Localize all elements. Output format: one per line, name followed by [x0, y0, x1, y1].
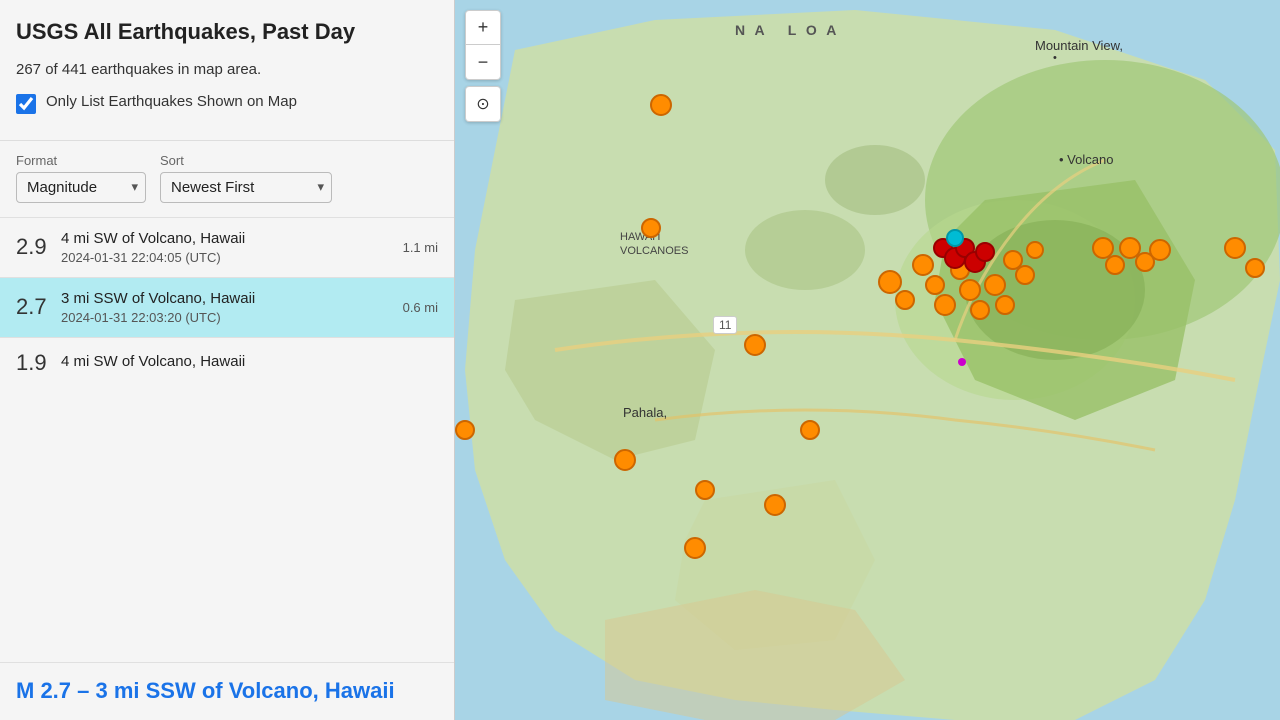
page-title: USGS All Earthquakes, Past Day	[16, 18, 438, 47]
map-area[interactable]: Mountain View, • N A L O A • Volcano HAW…	[455, 0, 1280, 720]
zoom-controls: + −	[465, 10, 501, 80]
earthquake-marker[interactable]	[455, 420, 475, 440]
earthquake-marker[interactable]	[764, 494, 786, 516]
eq-time: 2024-01-31 22:03:20 (UTC)	[61, 310, 403, 325]
earthquake-marker[interactable]	[1015, 265, 1035, 285]
format-select[interactable]: Magnitude Depth Time	[16, 172, 146, 203]
earthquake-marker-red[interactable]	[975, 242, 995, 262]
earthquake-marker[interactable]	[650, 94, 672, 116]
eq-magnitude: 2.9	[16, 234, 61, 260]
checkbox-label: Only List Earthquakes Shown on Map	[46, 92, 297, 112]
earthquake-marker[interactable]	[744, 334, 766, 356]
earthquake-marker[interactable]	[878, 270, 902, 294]
panel-header: USGS All Earthquakes, Past Day 267 of 44…	[0, 0, 454, 140]
earthquake-marker[interactable]	[959, 279, 981, 301]
checkbox-row: Only List Earthquakes Shown on Map	[16, 92, 438, 114]
zoom-out-button[interactable]: −	[466, 45, 500, 79]
detail-link[interactable]: M 2.7 – 3 mi SSW of Volcano, Hawaii	[16, 677, 438, 706]
locate-button[interactable]: ⊙	[466, 87, 500, 121]
eq-distance: 0.6 mi	[403, 300, 438, 315]
sort-label: Sort	[160, 153, 332, 168]
eq-location: 4 mi SW of Volcano, Hawaii	[61, 230, 403, 247]
format-label: Format	[16, 153, 146, 168]
sort-select[interactable]: Newest First Oldest First Largest Magnit…	[160, 172, 332, 203]
eq-time: 2024-01-31 22:04:05 (UTC)	[61, 250, 403, 265]
earthquake-item[interactable]: 1.9 4 mi SW of Volcano, Hawaii	[0, 337, 454, 388]
eq-location: 3 mi SSW of Volcano, Hawaii	[61, 290, 403, 307]
earthquake-marker[interactable]	[1105, 255, 1125, 275]
road-label-11: 11	[713, 316, 737, 334]
left-panel: USGS All Earthquakes, Past Day 267 of 44…	[0, 0, 455, 720]
earthquake-item-selected[interactable]: 2.7 3 mi SSW of Volcano, Hawaii 2024-01-…	[0, 277, 454, 337]
earthquake-marker[interactable]	[1224, 237, 1246, 259]
earthquake-list: 2.9 4 mi SW of Volcano, Hawaii 2024-01-3…	[0, 217, 454, 663]
earthquake-count: 267 of 441 earthquakes in map area.	[16, 61, 438, 78]
earthquake-item[interactable]: 2.9 4 mi SW of Volcano, Hawaii 2024-01-3…	[0, 217, 454, 277]
earthquake-marker[interactable]	[614, 449, 636, 471]
format-group: Format Magnitude Depth Time	[16, 153, 146, 203]
zoom-in-button[interactable]: +	[466, 11, 500, 45]
filter-divider	[0, 140, 454, 141]
earthquake-marker[interactable]	[1149, 239, 1171, 261]
eq-details: 4 mi SW of Volcano, Hawaii	[61, 353, 438, 373]
eq-details: 4 mi SW of Volcano, Hawaii 2024-01-31 22…	[61, 230, 403, 265]
locate-control: ⊙	[465, 86, 501, 122]
earthquake-marker[interactable]	[684, 537, 706, 559]
earthquake-marker[interactable]	[925, 275, 945, 295]
earthquake-marker[interactable]	[641, 218, 661, 238]
show-on-map-checkbox[interactable]	[16, 94, 36, 114]
earthquake-marker[interactable]	[895, 290, 915, 310]
earthquake-marker[interactable]	[984, 274, 1006, 296]
earthquake-marker[interactable]	[995, 295, 1015, 315]
sort-select-wrapper: Newest First Oldest First Largest Magnit…	[160, 172, 332, 203]
detail-panel: M 2.7 – 3 mi SSW of Volcano, Hawaii	[0, 662, 454, 720]
earthquake-marker[interactable]	[934, 294, 956, 316]
map-background	[455, 0, 1280, 720]
eq-magnitude: 1.9	[16, 350, 61, 376]
earthquake-marker-selected[interactable]	[946, 229, 964, 247]
earthquake-marker[interactable]	[1026, 241, 1044, 259]
eq-details: 3 mi SSW of Volcano, Hawaii 2024-01-31 2…	[61, 290, 403, 325]
earthquake-marker[interactable]	[1245, 258, 1265, 278]
earthquake-marker[interactable]	[800, 420, 820, 440]
earthquake-marker[interactable]	[695, 480, 715, 500]
filter-row: Format Magnitude Depth Time Sort Newest …	[0, 153, 454, 217]
eq-magnitude: 2.7	[16, 294, 61, 320]
eq-location: 4 mi SW of Volcano, Hawaii	[61, 353, 438, 370]
eq-distance: 1.1 mi	[403, 240, 438, 255]
sort-group: Sort Newest First Oldest First Largest M…	[160, 153, 332, 203]
format-select-wrapper: Magnitude Depth Time	[16, 172, 146, 203]
map-controls: + − ⊙	[465, 10, 501, 122]
earthquake-marker[interactable]	[970, 300, 990, 320]
earthquake-marker[interactable]	[912, 254, 934, 276]
